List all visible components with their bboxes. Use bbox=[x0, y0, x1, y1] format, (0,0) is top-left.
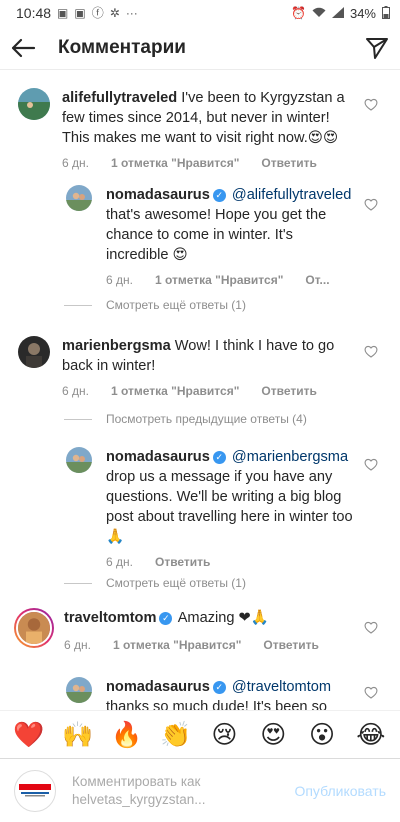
battery-icon bbox=[382, 5, 390, 21]
back-arrow-icon bbox=[11, 38, 36, 57]
heart-icon bbox=[364, 198, 378, 211]
comment: alifefullytraveled I've been to Kyrgyzst… bbox=[18, 88, 348, 170]
facebook-icon: ⓕ bbox=[91, 6, 104, 20]
likes-count[interactable]: 1 отметка "Нравится" bbox=[111, 384, 239, 398]
avatar[interactable] bbox=[66, 447, 92, 473]
comment-username[interactable]: alifefullytraveled bbox=[62, 90, 177, 106]
comment-text: thanks so much dude! It's been so bbox=[106, 699, 328, 710]
heart-icon bbox=[364, 621, 378, 634]
avatar[interactable] bbox=[14, 608, 54, 648]
verified-badge-icon: ✓ bbox=[212, 681, 226, 694]
battery-percent: 34% bbox=[349, 5, 376, 21]
verified-badge-icon: ✓ bbox=[159, 612, 173, 625]
comments-list[interactable]: alifefullytraveled I've been to Kyrgyzst… bbox=[0, 70, 400, 710]
comment-input-placeholder: helvetas_kyrgyzstan... bbox=[72, 791, 206, 807]
comment-text: drop us a message if you have any questi… bbox=[106, 469, 353, 545]
comment-username[interactable]: nomadasaurus bbox=[106, 187, 210, 203]
likes-count[interactable]: 1 отметка "Нравится" bbox=[113, 638, 241, 652]
paper-plane-icon bbox=[366, 37, 388, 59]
divider-line bbox=[64, 304, 92, 306]
avatar[interactable] bbox=[66, 677, 92, 703]
view-previous-replies-label: Посмотреть предыдущие ответы (4) bbox=[106, 412, 307, 426]
status-bar: 10:48 ▣ ▣ ⓕ ✲ ··· ⏰ 34% bbox=[0, 0, 400, 26]
quick-emoji-bar: ❤️ 🙌 🔥 👏 😢 😍 😮 😂 bbox=[0, 710, 400, 758]
reply-comment: nomadasaurus ✓ @marienbergsma drop us a m… bbox=[66, 447, 356, 569]
view-more-replies[interactable]: Смотреть ещё ответы (1) bbox=[64, 576, 246, 590]
view-previous-replies[interactable]: Посмотреть предыдущие ответы (4) bbox=[64, 412, 307, 426]
heart-icon bbox=[364, 345, 378, 358]
reply-comment: nomadasaurus ✓ @alifefullytraveled that's… bbox=[66, 185, 356, 287]
publish-button[interactable]: Опубликовать bbox=[294, 783, 386, 799]
mention-link[interactable]: @marienbergsma bbox=[232, 449, 348, 465]
header-bar: Комментарии bbox=[0, 26, 400, 70]
reply-button[interactable]: Ответить bbox=[261, 156, 316, 170]
emoji-laughing-button[interactable]: 😂 bbox=[354, 718, 388, 752]
like-button[interactable] bbox=[364, 686, 378, 700]
heart-icon bbox=[364, 458, 378, 471]
reply-button[interactable]: От... bbox=[305, 273, 329, 287]
view-more-replies-label: Смотреть ещё ответы (1) bbox=[106, 576, 246, 590]
emoji-fire-button[interactable]: 🔥 bbox=[110, 718, 144, 752]
comment: marienbergsma Wow! I think I have to go … bbox=[18, 336, 348, 398]
my-avatar bbox=[14, 769, 56, 812]
comment-text: that's awesome! Hope you get the chance … bbox=[106, 207, 327, 263]
settings-icon: ✲ bbox=[109, 6, 120, 20]
comment-username[interactable]: nomadasaurus bbox=[106, 679, 210, 695]
reply-button[interactable]: Ответить bbox=[155, 555, 210, 569]
verified-badge-icon: ✓ bbox=[212, 189, 226, 202]
view-more-replies[interactable]: Смотреть ещё ответы (1) bbox=[64, 298, 246, 312]
comment-time: 6 дн. bbox=[64, 638, 91, 652]
verified-badge-icon: ✓ bbox=[212, 451, 226, 464]
emoji-heart-button[interactable]: ❤️ bbox=[12, 718, 46, 752]
heart-icon bbox=[364, 686, 378, 699]
like-button[interactable] bbox=[364, 621, 378, 635]
comment-time: 6 дн. bbox=[106, 273, 133, 287]
comment-composer: Комментировать как helvetas_kyrgyzstan..… bbox=[0, 758, 400, 822]
comment-username[interactable]: traveltomtom bbox=[64, 610, 156, 626]
signal-icon bbox=[331, 6, 344, 20]
emoji-heart-eyes-button[interactable]: 😍 bbox=[256, 718, 290, 752]
comment-time: 6 дн. bbox=[62, 384, 89, 398]
emoji-clap-button[interactable]: 👏 bbox=[159, 718, 193, 752]
gallery-icon: ▣ bbox=[74, 6, 86, 20]
comment-username[interactable]: nomadasaurus bbox=[106, 449, 210, 465]
comment-time: 6 дн. bbox=[62, 156, 89, 170]
comment: traveltomtom ✓ Amazing ❤🙏 6 дн. 1 отметка… bbox=[14, 608, 348, 652]
emoji-raised-hands-button[interactable]: 🙌 bbox=[61, 718, 95, 752]
comment-time: 6 дн. bbox=[106, 555, 133, 569]
reply-button[interactable]: Ответить bbox=[261, 384, 316, 398]
gallery-icon: ▣ bbox=[57, 6, 69, 20]
direct-share-button[interactable] bbox=[354, 26, 400, 70]
helvetas-logo-icon bbox=[19, 783, 51, 796]
like-button[interactable] bbox=[364, 458, 378, 472]
view-more-replies-label: Смотреть ещё ответы (1) bbox=[106, 298, 246, 312]
status-time: 10:48 bbox=[16, 5, 52, 21]
like-button[interactable] bbox=[364, 345, 378, 359]
heart-icon bbox=[364, 98, 378, 111]
avatar[interactable] bbox=[18, 336, 50, 368]
avatar[interactable] bbox=[18, 88, 50, 120]
comment-input[interactable]: Комментировать как helvetas_kyrgyzstan..… bbox=[72, 773, 294, 809]
divider-line bbox=[64, 418, 92, 420]
comment-username[interactable]: marienbergsma bbox=[62, 338, 171, 354]
back-button[interactable] bbox=[0, 26, 46, 70]
alarm-icon: ⏰ bbox=[291, 6, 306, 20]
mention-link[interactable]: @traveltomtom bbox=[232, 679, 331, 695]
likes-count[interactable]: 1 отметка "Нравится" bbox=[155, 273, 283, 287]
mention-link[interactable]: @alifefullytraveled bbox=[232, 187, 351, 203]
reply-button[interactable]: Ответить bbox=[263, 638, 318, 652]
more-dots-icon: ··· bbox=[125, 6, 138, 20]
emoji-surprised-button[interactable]: 😮 bbox=[305, 718, 339, 752]
comment-input-placeholder: Комментировать как bbox=[72, 773, 201, 789]
divider-line bbox=[64, 582, 92, 584]
avatar[interactable] bbox=[66, 185, 92, 211]
emoji-crying-button[interactable]: 😢 bbox=[207, 718, 241, 752]
like-button[interactable] bbox=[364, 98, 378, 112]
comment-text: Amazing ❤🙏 bbox=[174, 610, 269, 626]
wifi-icon bbox=[312, 7, 326, 20]
likes-count[interactable]: 1 отметка "Нравится" bbox=[111, 156, 239, 170]
page-title: Комментарии bbox=[58, 36, 186, 58]
like-button[interactable] bbox=[364, 198, 378, 212]
reply-comment: nomadasaurus ✓ @traveltomtom thanks so mu… bbox=[66, 677, 356, 710]
